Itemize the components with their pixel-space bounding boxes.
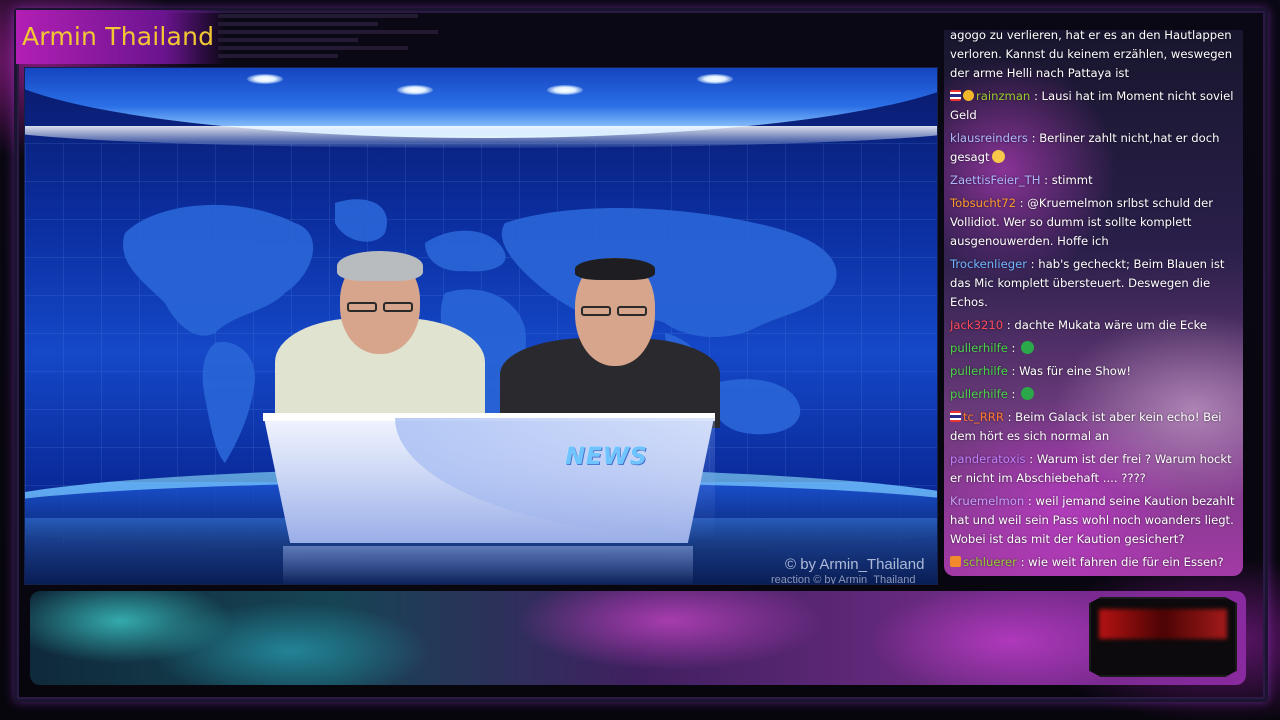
chat-message: Jack3210 : dachte Mukata wäre um die Eck… [950,316,1240,335]
chat-message: schluerer : wie weit fahren die für ein … [950,553,1240,572]
coin-badge-icon [963,90,974,101]
chat-message: rainzman : Lausi hat im Moment nicht sov… [950,87,1240,125]
chat-panel[interactable]: agogo zu verlieren, hat er es an den Hau… [944,30,1243,576]
chat-message: ZaettisFeier_TH : stimmt [950,171,1240,190]
chat-text: : stimmt [1040,173,1093,187]
check-emote-icon [1021,341,1035,354]
video-player[interactable]: NEWS © by Armin_Thailand reaction © by A… [24,67,938,585]
chat-username[interactable]: Jack3210 [950,318,1003,332]
chat-username[interactable]: klausreinders [950,131,1028,145]
studio-light [397,85,433,95]
chat-username[interactable]: rainzman [976,89,1030,103]
flag-th-badge-icon [950,90,961,101]
chat-message: Tobsucht72 : @Kruemelmon srlbst schuld d… [950,194,1240,251]
laugh-emote-icon [991,150,1005,163]
crown-badge-icon [950,556,961,567]
channel-title: Armin Thailand [22,22,215,51]
chat-message: Kruemelmon : weil jemand seine Kaution b… [950,492,1240,549]
chat-username[interactable]: tc_RRR [963,410,1004,424]
chat-username[interactable]: pullerhilfe [950,364,1008,378]
chat-username[interactable]: panderatoxis [950,452,1026,466]
chat-message: pullerhilfe : [950,385,1240,404]
presenter-left [265,248,495,428]
chat-message: agogo zu verlieren, hat er es an den Hau… [950,30,1240,83]
news-desk-logo: NEWS [565,442,648,470]
studio-light [547,85,583,95]
chat-message: panderatoxis : Warum ist der frei ? Waru… [950,450,1240,488]
chat-message: klausreinders : Berliner zahlt nicht,hat… [950,129,1240,167]
studio-light [247,74,283,84]
chat-username[interactable]: pullerhilfe [950,341,1008,355]
chat-username[interactable]: schluerer [963,555,1017,569]
flag-th-badge-icon [950,411,961,422]
chat-text: : [1007,341,1020,355]
news-desk-reflection [283,546,693,584]
chat-username[interactable]: Tobsucht72 [950,196,1016,210]
bottom-banner [30,591,1246,685]
chat-username[interactable]: Trockenlieger [950,257,1027,271]
check-emote-icon [1021,387,1035,400]
chat-username[interactable]: pullerhilfe [950,387,1008,401]
chat-message: Trockenlieger : hab's gecheckt; Beim Bla… [950,255,1240,312]
camera-thumbnail [1089,597,1237,677]
title-decor-stripes [218,14,448,62]
chat-text: : [1007,387,1020,401]
studio-light [697,74,733,84]
video-watermark: © by Armin_Thailand [785,556,925,573]
presenter-right [495,258,725,428]
video-watermark-sub: reaction © by Armin_Thailand [771,574,916,585]
chat-message: tc_RRR : Beim Galack ist aber kein echo!… [950,408,1240,446]
chat-text: : dachte Mukata wäre um die Ecke [1003,318,1208,332]
chat-username[interactable]: Kruemelmon [950,494,1024,508]
chat-text: : wie weit fahren die für ein Essen? [1016,555,1224,569]
chat-message: pullerhilfe : [950,339,1240,358]
chat-message: pullerhilfe : Was für eine Show! [950,362,1240,381]
chat-message-list: agogo zu verlieren, hat er es an den Hau… [950,30,1240,576]
chat-text: : Was für eine Show! [1007,364,1132,378]
chat-username[interactable]: ZaettisFeier_TH [950,173,1040,187]
chat-text: agogo zu verlieren, hat er es an den Hau… [950,30,1233,80]
